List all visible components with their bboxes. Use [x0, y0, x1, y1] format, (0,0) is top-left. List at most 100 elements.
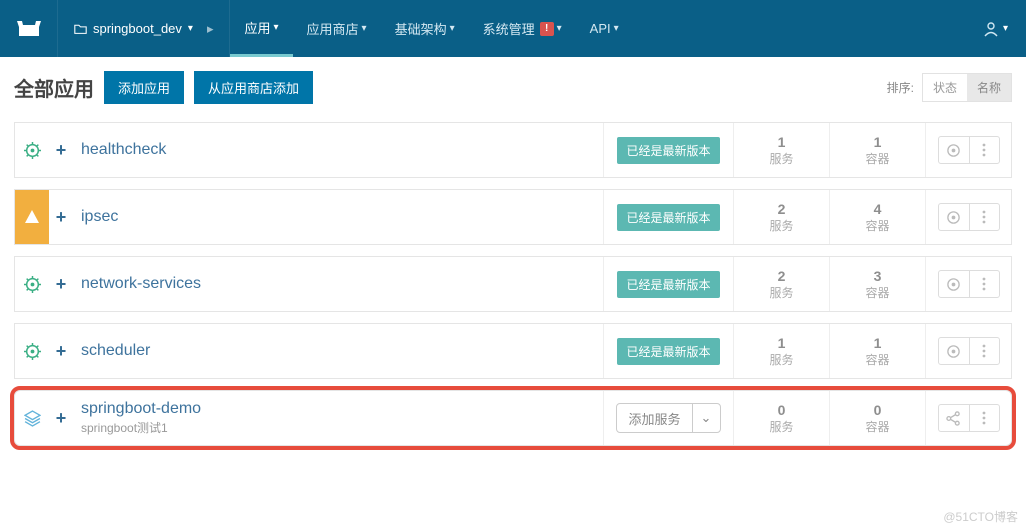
kebab-icon — [982, 210, 986, 224]
row-action-button[interactable] — [939, 137, 969, 163]
row-action-button[interactable] — [939, 271, 969, 297]
project-name: springboot_dev — [93, 21, 182, 36]
expand-toggle[interactable]: + — [49, 190, 77, 244]
logo[interactable] — [0, 0, 58, 57]
stack-row: + ipsec 已经是最新版本 2服务4容器 — [14, 189, 1012, 245]
nav-apps[interactable]: 应用▾ — [230, 0, 292, 57]
share-icon — [946, 411, 961, 426]
cow-icon — [14, 18, 44, 40]
stack-name-link[interactable]: network-services — [81, 275, 603, 293]
target-icon — [946, 277, 961, 292]
kebab-icon — [982, 344, 986, 358]
containers-count: 3容器 — [829, 257, 925, 311]
version-cell: 已经是最新版本 — [603, 324, 733, 378]
expand-toggle[interactable]: + — [49, 123, 77, 177]
version-cell: 已经是最新版本 — [603, 257, 733, 311]
chevron-down-icon: ▾ — [1003, 23, 1008, 34]
nav-catalog[interactable]: 应用商店▾ — [293, 0, 381, 57]
nav-api[interactable]: API▾ — [576, 0, 633, 57]
version-badge: 已经是最新版本 — [617, 137, 719, 164]
add-stack-button[interactable]: 添加应用 — [104, 71, 184, 104]
status-healthy — [15, 123, 49, 177]
expand-toggle[interactable]: + — [49, 257, 77, 311]
row-menu-button[interactable] — [969, 204, 999, 230]
chevron-down-icon: ▾ — [188, 23, 193, 34]
add-service-button[interactable]: 添加服务⌄ — [616, 403, 720, 433]
stack-desc: springboot测试1 — [81, 419, 603, 436]
action-cell — [925, 324, 1011, 378]
gear-icon — [24, 142, 41, 159]
stack-name-link[interactable]: ipsec — [81, 208, 603, 226]
target-icon — [946, 344, 961, 359]
kebab-icon — [982, 411, 986, 425]
status-user-stack — [15, 391, 49, 445]
layers-icon — [24, 410, 41, 427]
row-menu-button[interactable] — [969, 405, 999, 431]
sort-by-name[interactable]: 名称 — [967, 74, 1011, 101]
stack-name-cell: ipsec — [77, 190, 603, 244]
target-icon — [946, 143, 961, 158]
main-nav: 应用▾ 应用商店▾ 基础架构▾ 系统管理!▾ API▾ — [230, 0, 632, 57]
chevron-down-icon: ▾ — [614, 23, 619, 34]
row-menu-button[interactable] — [969, 137, 999, 163]
row-menu-button[interactable] — [969, 338, 999, 364]
chevron-down-icon: ▾ — [273, 22, 278, 33]
stack-name-link[interactable]: healthcheck — [81, 141, 603, 159]
status-healthy — [15, 257, 49, 311]
alert-badge: ! — [540, 22, 554, 36]
stack-row: + scheduler 已经是最新版本1服务1容器 — [14, 323, 1012, 379]
target-icon — [946, 210, 961, 225]
project-selector[interactable]: springboot_dev ▾ ▸ — [58, 0, 230, 57]
sort-buttons: 状态 名称 — [922, 73, 1012, 102]
add-from-catalog-button[interactable]: 从应用商店添加 — [194, 71, 313, 104]
row-action-button[interactable] — [939, 204, 969, 230]
gear-icon — [24, 343, 41, 360]
stack-row: + springboot-demo springboot测试1 添加服务⌄ 0服务… — [14, 390, 1012, 446]
stack-row: + healthcheck 已经是最新版本 1服务1容器 — [14, 122, 1012, 178]
action-cell — [925, 257, 1011, 311]
nav-infrastructure[interactable]: 基础架构▾ — [381, 0, 469, 57]
row-action-button[interactable] — [939, 405, 969, 431]
warning-icon — [24, 209, 40, 225]
page-title: 全部应用 — [14, 73, 94, 102]
chevron-down-icon: ▾ — [557, 23, 562, 34]
kebab-icon — [982, 143, 986, 157]
version-badge: 已经是最新版本 — [617, 338, 719, 365]
stack-name-link[interactable]: scheduler — [81, 342, 603, 360]
folder-icon — [74, 22, 87, 35]
user-menu[interactable]: ▾ — [965, 0, 1026, 57]
row-action-button[interactable] — [939, 338, 969, 364]
version-cell: 已经是最新版本 — [603, 123, 733, 177]
services-count: 2服务 — [733, 190, 829, 244]
chevron-right-icon: ▸ — [207, 21, 214, 37]
sort-label: 排序: — [887, 79, 914, 96]
containers-count: 0容器 — [829, 391, 925, 445]
sort-by-state[interactable]: 状态 — [923, 74, 967, 101]
nav-admin[interactable]: 系统管理!▾ — [469, 0, 576, 57]
chevron-down-icon: ⌄ — [692, 404, 720, 432]
kebab-icon — [982, 277, 986, 291]
stack-name-cell: network-services — [77, 257, 603, 311]
containers-count: 4容器 — [829, 190, 925, 244]
action-cell — [925, 190, 1011, 244]
chevron-down-icon: ▾ — [362, 23, 367, 34]
services-count: 0服务 — [733, 391, 829, 445]
stack-row: + network-services 已经是最新版本2服务3容器 — [14, 256, 1012, 312]
stack-name-cell: scheduler — [77, 324, 603, 378]
user-icon — [983, 21, 999, 37]
containers-count: 1容器 — [829, 123, 925, 177]
expand-toggle[interactable]: + — [49, 324, 77, 378]
row-menu-button[interactable] — [969, 271, 999, 297]
stack-name-cell: healthcheck — [77, 123, 603, 177]
action-cell — [925, 391, 1011, 445]
services-count: 1服务 — [733, 123, 829, 177]
version-cell: 已经是最新版本 — [603, 190, 733, 244]
version-badge: 已经是最新版本 — [617, 271, 719, 298]
version-badge: 已经是最新版本 — [617, 204, 719, 231]
status-warning — [15, 190, 49, 244]
expand-toggle[interactable]: + — [49, 391, 77, 445]
containers-count: 1容器 — [829, 324, 925, 378]
stack-name-link[interactable]: springboot-demo — [81, 400, 603, 418]
version-cell: 添加服务⌄ — [603, 391, 733, 445]
status-healthy — [15, 324, 49, 378]
